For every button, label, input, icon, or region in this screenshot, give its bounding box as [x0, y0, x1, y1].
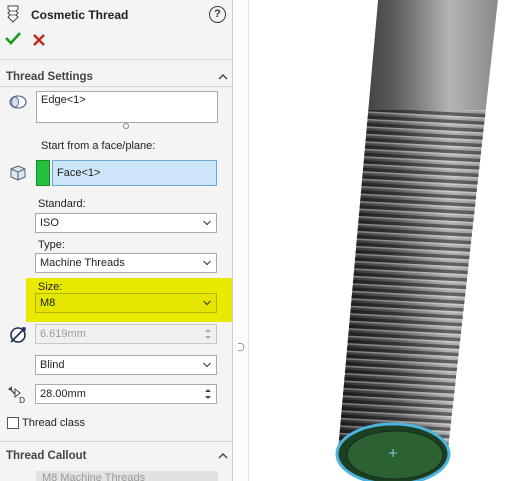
type-value: Machine Threads	[40, 257, 125, 269]
standard-dropdown[interactable]: ISO	[35, 213, 217, 233]
face-color-swatch	[36, 160, 50, 186]
type-dropdown[interactable]: Machine Threads	[35, 253, 217, 273]
chevron-up-icon[interactable]	[218, 72, 228, 82]
cosmetic-thread-icon	[7, 5, 19, 23]
diameter-input[interactable]: 6.619mm	[35, 324, 217, 344]
cross-icon	[33, 34, 45, 46]
chevron-up-icon[interactable]	[218, 451, 228, 461]
diameter-value: 6.619mm	[40, 328, 86, 340]
face-cube-icon	[10, 165, 26, 181]
chevron-down-icon	[203, 260, 211, 266]
spinner-arrows-icon[interactable]	[204, 387, 212, 401]
end-condition-value: Blind	[40, 359, 65, 371]
size-value: M8	[40, 297, 56, 309]
help-button[interactable]: ?	[209, 6, 226, 23]
thread-class-checkbox[interactable]	[7, 417, 19, 429]
rod-body	[338, 0, 498, 450]
divider	[0, 441, 232, 442]
diameter-icon	[10, 327, 26, 343]
svg-text:D: D	[19, 396, 25, 404]
chevron-down-icon	[203, 220, 211, 226]
standard-value: ISO	[40, 217, 59, 229]
thread-settings-heading: Thread Settings	[6, 71, 93, 83]
ok-button[interactable]	[5, 31, 21, 50]
standard-label: Standard:	[38, 198, 86, 210]
start-face-label: Start from a face/plane:	[41, 140, 156, 152]
chevron-down-icon	[203, 362, 211, 368]
type-label: Type:	[38, 239, 65, 251]
checkmark-icon	[5, 32, 21, 45]
page-title: Cosmetic Thread	[31, 8, 129, 22]
chevron-down-icon	[203, 300, 211, 306]
edge-selection-icon	[9, 95, 27, 109]
panel-splitter[interactable]	[233, 0, 249, 481]
callout-text-field[interactable]: M8 Machine Threads	[36, 471, 218, 481]
end-condition-dropdown[interactable]: Blind	[35, 355, 217, 375]
divider	[0, 59, 232, 60]
divider	[0, 86, 232, 87]
graphics-viewport[interactable]	[250, 0, 514, 481]
spinner-arrows-icon[interactable]	[204, 327, 212, 341]
depth-input[interactable]: 28.00mm	[35, 384, 217, 404]
cancel-button[interactable]	[33, 33, 45, 50]
depth-icon: D	[8, 386, 25, 404]
size-label: Size:	[38, 281, 63, 293]
resize-handle[interactable]	[123, 123, 129, 129]
thread-callout-heading: Thread Callout	[6, 450, 87, 462]
threaded-rod-model[interactable]	[250, 0, 514, 481]
depth-value: 28.00mm	[40, 388, 86, 400]
face-selection-box[interactable]: Face<1>	[52, 160, 217, 186]
size-dropdown[interactable]: M8	[35, 293, 217, 313]
edge-selection-box[interactable]: Edge<1>	[36, 91, 218, 123]
splitter-grip[interactable]	[238, 343, 244, 351]
property-manager-panel: Cosmetic Thread ? Thread Settings Edge<1…	[0, 0, 233, 481]
end-face-inner	[346, 430, 444, 480]
thread-class-label: Thread class	[22, 417, 85, 429]
